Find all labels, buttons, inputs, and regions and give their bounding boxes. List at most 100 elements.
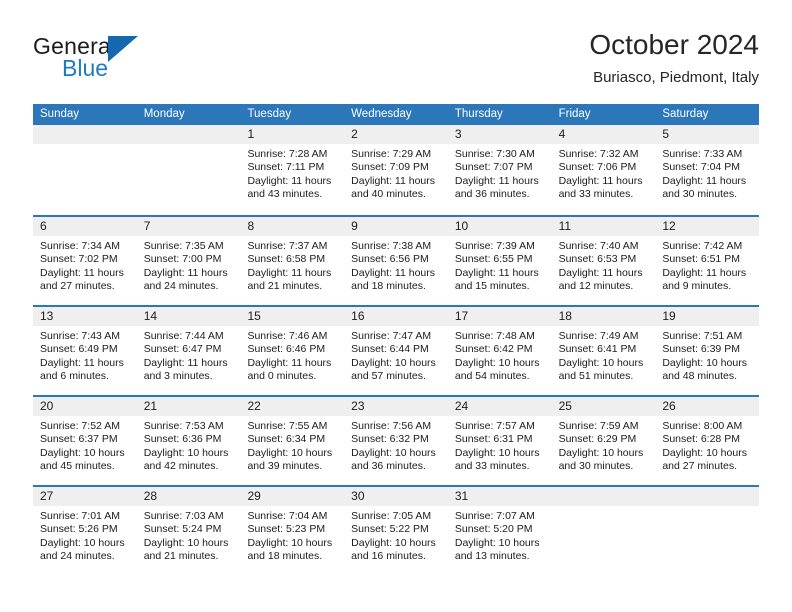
- daylight-text-line1: Daylight: 11 hours: [662, 174, 747, 187]
- day-sun-info: Sunrise: 7:34 AM Sunset: 7:02 PM Daylight:…: [33, 236, 137, 294]
- day-number: 11: [558, 219, 572, 233]
- calendar-week-row: 27 Sunrise: 7:01 AM Sunset: 5:26 PM Dayligh…: [33, 485, 760, 575]
- sunset-text: Sunset: 5:26 PM: [40, 523, 118, 536]
- sunset-text: Sunset: 6:28 PM: [662, 433, 740, 446]
- day-number-band: 14: [136, 307, 241, 326]
- calendar-day-cell-empty: [655, 487, 760, 575]
- sunset-text: Sunset: 6:29 PM: [558, 433, 637, 446]
- daylight-text-line1: Daylight: 11 hours: [558, 266, 643, 279]
- daylight-text-line1: Daylight: 11 hours: [558, 174, 643, 187]
- calendar-day-cell[interactable]: 6 Sunrise: 7:34 AM Sunset: 7:02 PM Daylight…: [33, 217, 137, 305]
- calendar-day-cell[interactable]: 9 Sunrise: 7:38 AM Sunset: 6:56 PM Daylight…: [344, 217, 448, 305]
- day-number: 26: [662, 399, 676, 413]
- calendar-day-cell[interactable]: 3 Sunrise: 7:30 AM Sunset: 7:07 PM Daylight…: [447, 125, 552, 215]
- calendar-day-cell[interactable]: 17 Sunrise: 7:48 AM Sunset: 6:42 PM Dayligh…: [447, 307, 552, 395]
- sunrise-text: Sunrise: 7:40 AM: [558, 240, 639, 252]
- sunrise-text: Sunrise: 7:30 AM: [454, 148, 535, 160]
- calendar-day-cell[interactable]: 23 Sunrise: 7:56 AM Sunset: 6:32 PM Dayligh…: [344, 397, 448, 485]
- day-sun-info: Sunrise: 7:59 AM Sunset: 6:29 PM Daylight:…: [552, 416, 656, 474]
- calendar-day-cell[interactable]: 5 Sunrise: 7:33 AM Sunset: 7:04 PM Daylight…: [655, 125, 760, 215]
- calendar-day-cell[interactable]: 27 Sunrise: 7:01 AM Sunset: 5:26 PM Dayligh…: [33, 487, 137, 575]
- calendar-day-cell[interactable]: 21 Sunrise: 7:53 AM Sunset: 6:36 PM Dayligh…: [136, 397, 241, 485]
- day-number: 13: [40, 309, 54, 323]
- calendar-day-cell[interactable]: 11 Sunrise: 7:40 AM Sunset: 6:53 PM Dayligh…: [551, 217, 656, 305]
- daylight-text-line1: Daylight: 10 hours: [454, 536, 540, 549]
- calendar-day-cell[interactable]: 20 Sunrise: 7:52 AM Sunset: 6:37 PM Dayligh…: [33, 397, 137, 485]
- day-number-band: 6: [33, 217, 137, 236]
- weekday-header-friday: Friday: [558, 108, 591, 120]
- day-number-band: 28: [136, 487, 241, 506]
- day-number-band: 27: [33, 487, 137, 506]
- sunset-text: Sunset: 6:46 PM: [247, 343, 326, 356]
- daylight-text-line2: and 24 minutes.: [40, 550, 115, 563]
- sunrise-text: Sunrise: 7:28 AM: [247, 148, 328, 160]
- daylight-text-line2: and 21 minutes.: [247, 280, 323, 293]
- weekday-header-wednesday: Wednesday: [351, 108, 412, 120]
- day-number: 16: [351, 309, 365, 323]
- sunset-text: Sunset: 7:04 PM: [662, 161, 740, 174]
- calendar-day-cell[interactable]: 7 Sunrise: 7:35 AM Sunset: 7:00 PM Daylight…: [136, 217, 241, 305]
- sunrise-text: Sunrise: 7:59 AM: [558, 420, 639, 432]
- calendar-day-cell[interactable]: 30 Sunrise: 7:05 AM Sunset: 5:22 PM Dayligh…: [344, 487, 448, 575]
- calendar-day-cell[interactable]: 25 Sunrise: 7:59 AM Sunset: 6:29 PM Dayligh…: [551, 397, 656, 485]
- blue-triangle-flag-icon: [108, 36, 138, 62]
- sunrise-text: Sunrise: 7:49 AM: [558, 330, 639, 342]
- day-number-band: 15: [240, 307, 345, 326]
- sunrise-text: Sunrise: 7:03 AM: [143, 510, 224, 522]
- calendar-grid: Sunday Monday Tuesday Wednesday Thursday Frid…: [33, 104, 760, 575]
- sunset-text: Sunset: 7:09 PM: [351, 161, 429, 174]
- sunset-text: Sunset: 6:51 PM: [662, 253, 740, 266]
- calendar-day-cell[interactable]: 4 Sunrise: 7:32 AM Sunset: 7:06 PM Daylight…: [551, 125, 656, 215]
- daylight-text-line1: Daylight: 11 hours: [247, 356, 332, 369]
- calendar-weeks: 1 Sunrise: 7:28 AM Sunset: 7:11 PM Daylight…: [33, 125, 760, 575]
- calendar-day-cell[interactable]: 15 Sunrise: 7:46 AM Sunset: 6:46 PM Dayligh…: [240, 307, 345, 395]
- calendar-day-cell[interactable]: 22 Sunrise: 7:55 AM Sunset: 6:34 PM Dayligh…: [240, 397, 345, 485]
- calendar-day-cell[interactable]: 10 Sunrise: 7:39 AM Sunset: 6:55 PM Dayligh…: [447, 217, 552, 305]
- calendar-day-cell[interactable]: 28 Sunrise: 7:03 AM Sunset: 5:24 PM Dayligh…: [136, 487, 241, 575]
- day-number-band: 7: [136, 217, 241, 236]
- weekday-header-monday: Monday: [143, 108, 185, 120]
- calendar-day-cell[interactable]: 16 Sunrise: 7:47 AM Sunset: 6:44 PM Dayligh…: [344, 307, 448, 395]
- sunrise-text: Sunrise: 7:05 AM: [351, 510, 432, 522]
- day-sun-info: Sunrise: 7:38 AM Sunset: 6:56 PM Daylight:…: [344, 236, 448, 294]
- day-number-band: 17: [447, 307, 552, 326]
- daylight-text-line2: and 33 minutes.: [454, 460, 530, 473]
- brand-logo[interactable]: General Blue: [33, 33, 253, 93]
- calendar-day-cell[interactable]: 18 Sunrise: 7:49 AM Sunset: 6:41 PM Dayligh…: [551, 307, 656, 395]
- day-sun-info: Sunrise: 7:52 AM Sunset: 6:37 PM Daylight:…: [33, 416, 137, 474]
- calendar-day-cell[interactable]: 19 Sunrise: 7:51 AM Sunset: 6:39 PM Dayligh…: [655, 307, 760, 395]
- calendar-day-cell[interactable]: 13 Sunrise: 7:43 AM Sunset: 6:49 PM Dayligh…: [33, 307, 137, 395]
- day-sun-info: Sunrise: 8:00 AM Sunset: 6:28 PM Daylight:…: [655, 416, 759, 474]
- daylight-text-line1: Daylight: 10 hours: [558, 356, 644, 369]
- daylight-text-line2: and 45 minutes.: [40, 460, 115, 473]
- calendar-day-cell[interactable]: 2 Sunrise: 7:29 AM Sunset: 7:09 PM Daylight…: [344, 125, 448, 215]
- daylight-text-line1: Daylight: 11 hours: [351, 266, 436, 279]
- daylight-text-line1: Daylight: 11 hours: [40, 266, 124, 279]
- day-number-band: 5: [655, 125, 760, 144]
- day-number-band: 22: [240, 397, 345, 416]
- sunset-text: Sunset: 6:42 PM: [454, 343, 533, 356]
- sunrise-text: Sunrise: 7:44 AM: [143, 330, 224, 342]
- weekday-header-sunday: Sunday: [40, 108, 80, 120]
- calendar-day-cell[interactable]: 26 Sunrise: 8:00 AM Sunset: 6:28 PM Dayligh…: [655, 397, 760, 485]
- day-number: 1: [247, 127, 255, 141]
- calendar-day-cell[interactable]: 1 Sunrise: 7:28 AM Sunset: 7:11 PM Daylight…: [240, 125, 345, 215]
- calendar-day-cell[interactable]: 14 Sunrise: 7:44 AM Sunset: 6:47 PM Dayligh…: [136, 307, 241, 395]
- day-number: 3: [454, 127, 462, 141]
- calendar-week-row: 1 Sunrise: 7:28 AM Sunset: 7:11 PM Daylight…: [33, 125, 760, 215]
- day-number-band: [655, 487, 760, 506]
- calendar-day-cell[interactable]: 29 Sunrise: 7:04 AM Sunset: 5:23 PM Dayligh…: [240, 487, 345, 575]
- day-number-band: 8: [240, 217, 345, 236]
- calendar-page: General Blue October 2024 Buriasco, Pied…: [0, 0, 792, 612]
- weekday-header-tuesday: Tuesday: [247, 108, 292, 120]
- day-number: 10: [454, 219, 469, 233]
- day-sun-info: Sunrise: 7:47 AM Sunset: 6:44 PM Daylight:…: [344, 326, 448, 384]
- day-number-band: 9: [344, 217, 448, 236]
- calendar-day-cell[interactable]: 8 Sunrise: 7:37 AM Sunset: 6:58 PM Daylight…: [240, 217, 345, 305]
- calendar-day-cell[interactable]: 31 Sunrise: 7:07 AM Sunset: 5:20 PM Dayligh…: [447, 487, 552, 575]
- daylight-text-line1: Daylight: 10 hours: [40, 536, 125, 549]
- daylight-text-line2: and 48 minutes.: [662, 370, 738, 383]
- day-number-band: 19: [655, 307, 760, 326]
- calendar-day-cell[interactable]: 12 Sunrise: 7:42 AM Sunset: 6:51 PM Dayligh…: [655, 217, 760, 305]
- calendar-day-cell[interactable]: 24 Sunrise: 7:57 AM Sunset: 6:31 PM Dayligh…: [447, 397, 552, 485]
